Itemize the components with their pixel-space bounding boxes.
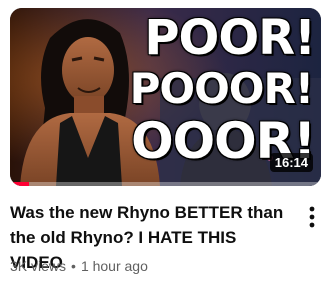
- duration-badge: 16:14: [269, 153, 313, 172]
- watch-progress-bar: [10, 182, 321, 186]
- watch-progress-fill: [10, 182, 29, 186]
- video-card[interactable]: POOR! POOOR! OOOR! 16:14 Was the new Rhy…: [0, 0, 330, 283]
- more-actions-button[interactable]: [302, 202, 322, 232]
- more-vert-icon: [309, 206, 315, 228]
- meta-separator: •: [71, 258, 76, 274]
- upload-age: 1 hour ago: [80, 258, 148, 274]
- view-count: 3K views: [10, 258, 67, 274]
- video-thumbnail[interactable]: POOR! POOOR! OOOR! 16:14: [10, 8, 321, 186]
- thumbnail-overlay-line-1: POOR!: [144, 10, 316, 66]
- video-metadata: 3K views • 1 hour ago: [10, 258, 148, 274]
- thumbnail-overlay-line-2: POOOR!: [129, 64, 314, 113]
